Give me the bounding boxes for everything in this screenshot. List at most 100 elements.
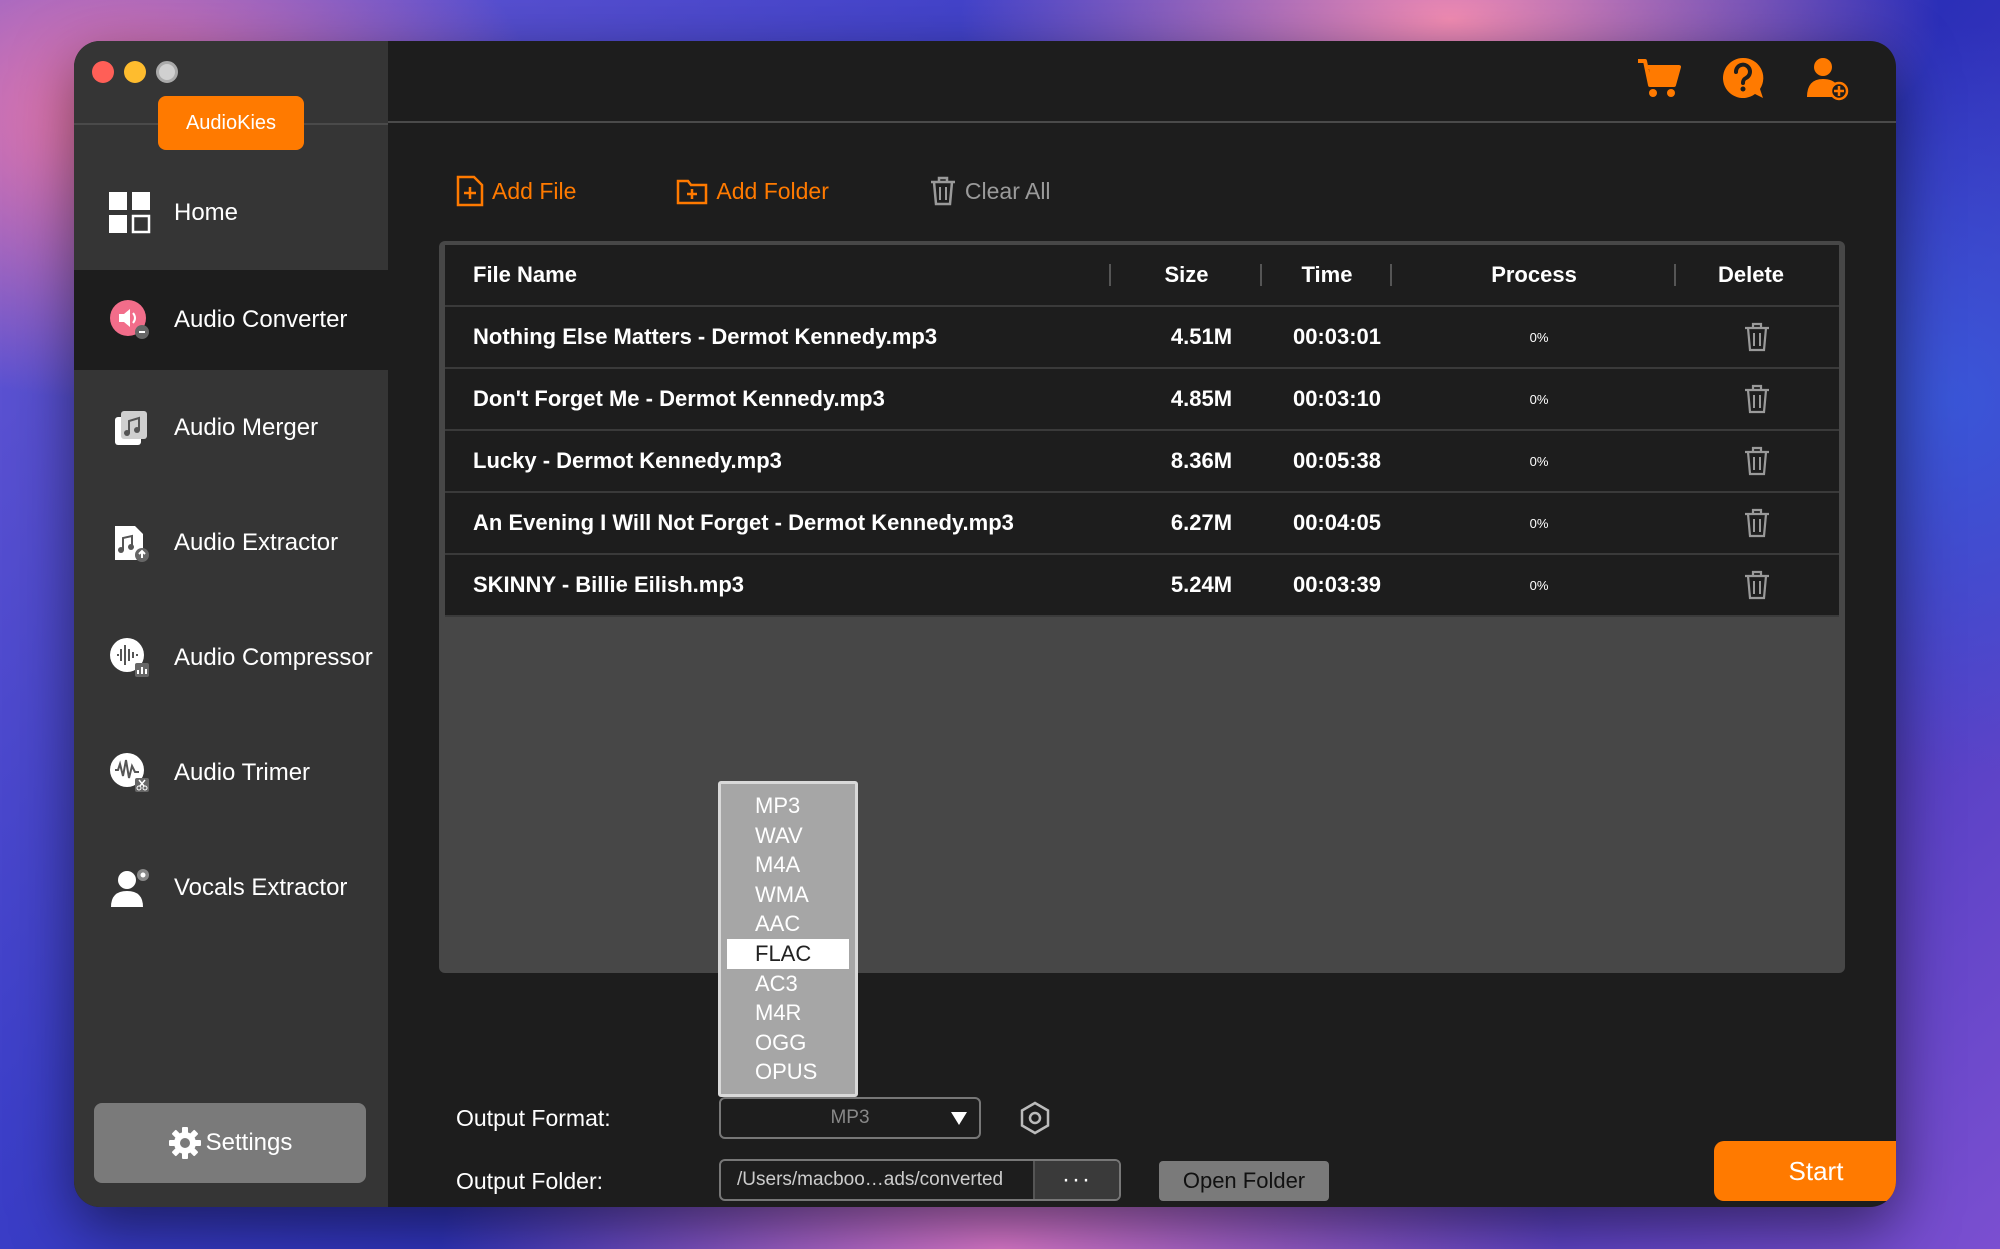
table-row: Lucky - Dermot Kennedy.mp3 8.36M 00:05:3… bbox=[445, 431, 1839, 493]
format-option-opus[interactable]: OPUS bbox=[727, 1057, 849, 1087]
triangle-down-icon bbox=[951, 1112, 967, 1125]
column-header-delete: Delete bbox=[1717, 262, 1785, 287]
close-window-button[interactable] bbox=[92, 61, 114, 83]
format-option-wma[interactable]: WMA bbox=[727, 880, 849, 910]
column-header-process: Process bbox=[1392, 262, 1676, 288]
column-header-size: Size bbox=[1111, 262, 1262, 288]
file-name: Nothing Else Matters - Dermot Kennedy.mp… bbox=[473, 324, 938, 349]
file-name: Don't Forget Me - Dermot Kennedy.mp3 bbox=[473, 386, 885, 411]
table-row: Don't Forget Me - Dermot Kennedy.mp3 4.8… bbox=[445, 369, 1839, 431]
file-process: 0% bbox=[1529, 453, 1549, 469]
add-file-icon bbox=[456, 175, 484, 207]
file-name: Lucky - Dermot Kennedy.mp3 bbox=[473, 448, 782, 473]
sidebar-item-audio-extractor[interactable]: Audio Extractor bbox=[74, 485, 388, 600]
column-header-file-name: File Name bbox=[445, 262, 1111, 288]
format-option-wav[interactable]: WAV bbox=[727, 821, 849, 851]
add-account-icon[interactable] bbox=[1804, 55, 1850, 101]
brand-badge: AudioKies bbox=[158, 96, 304, 150]
delete-row-button[interactable] bbox=[1676, 322, 1826, 352]
format-option-m4r[interactable]: M4R bbox=[727, 998, 849, 1028]
sidebar-item-label: Audio Compressor bbox=[174, 643, 373, 671]
file-process: 0% bbox=[1529, 515, 1549, 531]
output-folder-field: /Users/macboo…ads/converted ··· bbox=[719, 1159, 1121, 1201]
format-option-mp3[interactable]: MP3 bbox=[727, 791, 849, 821]
gear-icon bbox=[168, 1127, 201, 1159]
add-file-button[interactable]: Add File bbox=[456, 175, 576, 207]
file-size: 8.36M bbox=[1170, 448, 1233, 473]
sidebar-item-home[interactable]: Home bbox=[74, 155, 388, 270]
format-option-ogg[interactable]: OGG bbox=[727, 1028, 849, 1058]
delete-row-button[interactable] bbox=[1676, 508, 1826, 538]
sidebar-item-vocals-extractor[interactable]: Vocals Extractor bbox=[74, 830, 388, 945]
table-header: File Name Size Time Process Delete bbox=[445, 245, 1839, 307]
cart-icon[interactable] bbox=[1636, 55, 1682, 101]
app-window: AudioKies Home Audio Converter Audio Mer… bbox=[74, 41, 1896, 1207]
sidebar: AudioKies Home Audio Converter Audio Mer… bbox=[74, 41, 388, 1207]
trash-icon bbox=[930, 176, 955, 206]
trash-icon bbox=[1745, 322, 1769, 352]
table-row: An Evening I Will Not Forget - Dermot Ke… bbox=[445, 493, 1839, 555]
output-folder-path[interactable]: /Users/macboo…ads/converted bbox=[721, 1161, 1033, 1199]
format-dropdown-menu: MP3 WAV M4A WMA AAC FLAC AC3 M4R OGG OPU… bbox=[718, 781, 858, 1097]
trash-icon bbox=[1745, 508, 1769, 538]
browse-folder-button[interactable]: ··· bbox=[1033, 1161, 1119, 1199]
audio-compressor-icon bbox=[108, 636, 152, 680]
format-option-m4a[interactable]: M4A bbox=[727, 850, 849, 880]
file-name: SKINNY - Billie Eilish.mp3 bbox=[473, 572, 744, 597]
delete-row-button[interactable] bbox=[1676, 384, 1826, 414]
output-format-label: Output Format: bbox=[456, 1105, 611, 1131]
vocals-extractor-icon bbox=[108, 866, 152, 910]
file-size: 4.51M bbox=[1170, 324, 1233, 349]
file-process: 0% bbox=[1529, 577, 1549, 593]
start-button[interactable]: Start bbox=[1714, 1141, 1896, 1201]
file-time: 00:03:01 bbox=[1292, 324, 1382, 349]
file-size: 5.24M bbox=[1170, 572, 1233, 597]
file-table: File Name Size Time Process Delete Nothi… bbox=[439, 241, 1845, 973]
format-option-flac[interactable]: FLAC bbox=[727, 938, 849, 969]
add-file-label: Add File bbox=[492, 177, 577, 204]
settings-button[interactable]: Settings bbox=[94, 1103, 366, 1183]
delete-row-button[interactable] bbox=[1676, 446, 1826, 476]
file-process: 0% bbox=[1529, 329, 1549, 345]
window-controls bbox=[92, 61, 178, 83]
grid-icon bbox=[108, 191, 152, 235]
file-time: 00:04:05 bbox=[1292, 510, 1382, 535]
file-name: An Evening I Will Not Forget - Dermot Ke… bbox=[473, 510, 1014, 535]
sidebar-item-label: Audio Merger bbox=[174, 413, 319, 441]
top-icons bbox=[1636, 55, 1850, 101]
add-folder-icon bbox=[677, 179, 708, 205]
format-settings-icon[interactable] bbox=[1018, 1101, 1052, 1135]
clear-all-button[interactable]: Clear All bbox=[929, 176, 1051, 206]
sidebar-item-audio-converter[interactable]: Audio Converter bbox=[74, 270, 388, 370]
table-row: Nothing Else Matters - Dermot Kennedy.mp… bbox=[445, 307, 1839, 369]
zoom-window-button[interactable] bbox=[156, 61, 178, 83]
sidebar-item-label: Audio Trimer bbox=[174, 758, 311, 786]
format-option-aac[interactable]: AAC bbox=[727, 909, 849, 939]
sidebar-item-label: Home bbox=[174, 198, 239, 226]
file-time: 00:03:10 bbox=[1292, 386, 1382, 411]
clear-all-label: Clear All bbox=[964, 177, 1051, 204]
open-folder-button[interactable]: Open Folder bbox=[1159, 1161, 1329, 1201]
trash-icon bbox=[1745, 570, 1769, 600]
sidebar-item-audio-merger[interactable]: Audio Merger bbox=[74, 370, 388, 485]
audio-merger-icon bbox=[108, 406, 152, 450]
audio-extractor-icon bbox=[108, 521, 152, 565]
sidebar-item-label: Audio Converter bbox=[174, 306, 348, 333]
sidebar-nav: Home Audio Converter Audio Merger Audio … bbox=[74, 155, 388, 945]
output-format-value: MP3 bbox=[830, 1107, 870, 1128]
settings-label: Settings bbox=[205, 1129, 293, 1156]
output-folder-label: Output Folder: bbox=[456, 1168, 604, 1194]
help-icon[interactable] bbox=[1720, 55, 1766, 101]
file-size: 6.27M bbox=[1170, 510, 1233, 535]
format-option-ac3[interactable]: AC3 bbox=[727, 969, 849, 999]
minimize-window-button[interactable] bbox=[124, 61, 146, 83]
output-format-select[interactable]: MP3 bbox=[719, 1097, 981, 1139]
column-header-time: Time bbox=[1262, 262, 1392, 288]
file-time: 00:03:39 bbox=[1292, 572, 1382, 597]
add-folder-button[interactable]: Add Folder bbox=[676, 177, 829, 205]
delete-row-button[interactable] bbox=[1676, 570, 1826, 600]
trash-icon bbox=[1745, 446, 1769, 476]
sidebar-item-audio-trimer[interactable]: Audio Trimer bbox=[74, 715, 388, 830]
sidebar-item-audio-compressor[interactable]: Audio Compressor bbox=[74, 600, 388, 715]
sidebar-item-label: Vocals Extractor bbox=[174, 873, 348, 901]
